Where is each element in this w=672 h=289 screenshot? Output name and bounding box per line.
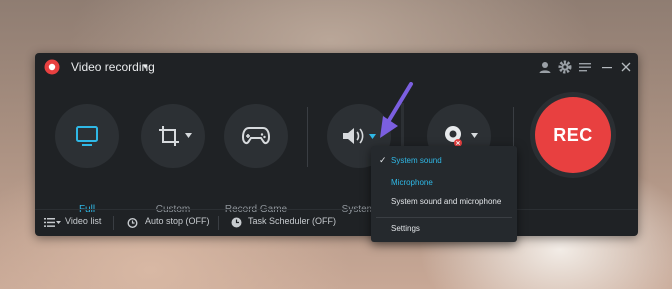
record-game-button[interactable] xyxy=(224,104,288,168)
full-screen-button[interactable] xyxy=(55,104,119,168)
clock-icon xyxy=(231,217,242,228)
record-tools: Full Custom Record Game System so REC xyxy=(35,81,638,215)
monitor-icon xyxy=(76,126,98,146)
pointer-arrow-icon xyxy=(380,82,413,138)
gamepad-icon xyxy=(242,127,270,145)
close-icon[interactable] xyxy=(619,60,633,74)
audio-source-dropdown: ✓ System sound Microphone System sound a… xyxy=(371,146,517,242)
chevron-down-icon[interactable] xyxy=(185,133,192,138)
account-icon[interactable] xyxy=(538,60,552,74)
menu-item-system-sound-and-microphone[interactable]: System sound and microphone xyxy=(391,197,501,206)
task-scheduler-toggle[interactable]: Task Scheduler (OFF) xyxy=(248,216,336,226)
webcam-icon xyxy=(445,126,462,147)
minimize-icon[interactable] xyxy=(600,60,614,74)
chevron-down-icon[interactable] xyxy=(471,133,478,138)
menu-item-settings[interactable]: Settings xyxy=(391,224,420,233)
custom-area-button[interactable] xyxy=(141,104,205,168)
divider xyxy=(218,216,219,230)
auto-stop-toggle[interactable]: Auto stop (OFF) xyxy=(145,216,210,226)
video-list-link[interactable]: Video list xyxy=(65,216,101,226)
menu-item-system-sound[interactable]: System sound xyxy=(391,156,442,165)
chevron-down-icon[interactable]: ▾ xyxy=(143,61,148,72)
bottom-bar: Video list Auto stop (OFF) Task Schedule… xyxy=(35,209,638,237)
check-icon: ✓ xyxy=(379,155,387,165)
divider xyxy=(307,107,308,167)
rec-button[interactable]: REC xyxy=(535,97,611,173)
settings-icon[interactable] xyxy=(558,60,572,74)
menu-icon[interactable] xyxy=(578,60,592,74)
divider xyxy=(113,216,114,230)
alarm-clock-icon xyxy=(127,218,138,228)
menu-divider xyxy=(376,217,512,218)
chevron-down-icon[interactable] xyxy=(369,134,376,139)
app-logo-icon xyxy=(44,59,60,75)
crop-icon xyxy=(159,126,179,146)
chevron-down-icon[interactable] xyxy=(56,221,61,224)
speaker-icon xyxy=(343,128,364,144)
menu-item-microphone[interactable]: Microphone xyxy=(391,178,433,187)
title-bar[interactable]: Video recording ▾ xyxy=(35,53,638,81)
recorder-window: Video recording ▾ Full Custom Record Gam… xyxy=(35,53,638,236)
list-icon[interactable] xyxy=(44,217,55,228)
